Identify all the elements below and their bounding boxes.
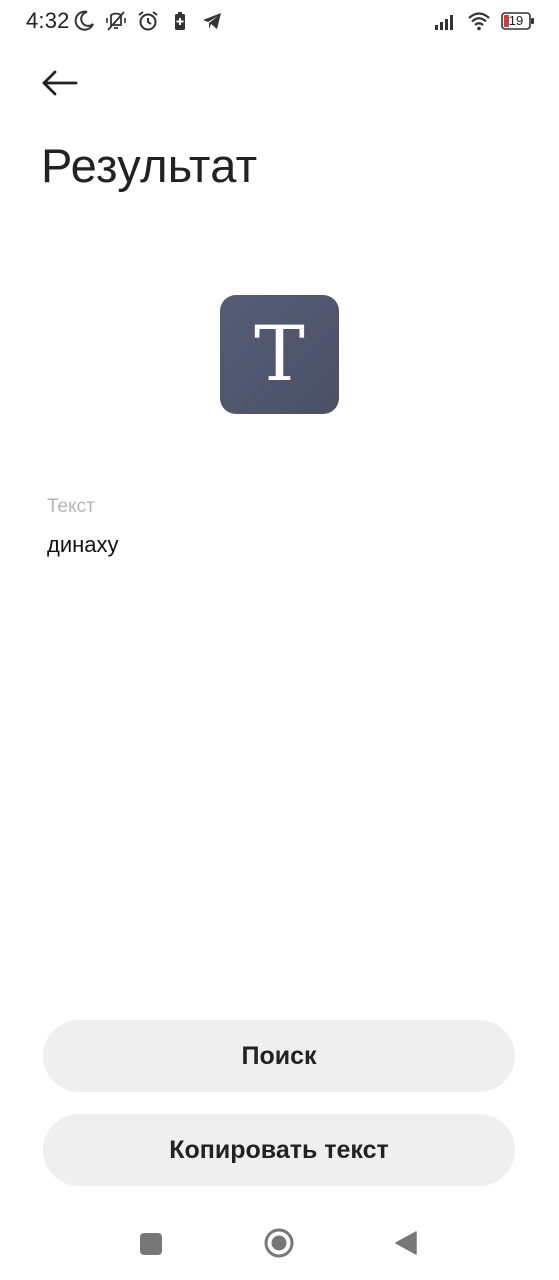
copy-text-button[interactable]: Копировать текст	[43, 1114, 515, 1186]
back-icon[interactable]	[394, 1230, 418, 1256]
wifi-icon	[468, 12, 490, 31]
back-button[interactable]	[36, 62, 84, 106]
text-type-icon: T	[254, 308, 305, 398]
battery-level: 19	[508, 13, 524, 28]
battery-icon: 19	[501, 12, 535, 30]
battery-saver-icon	[175, 12, 185, 30]
vibrate-off-icon	[106, 11, 126, 31]
moon-icon	[74, 10, 94, 31]
status-right-icons: 19	[433, 9, 535, 33]
telegram-icon	[203, 13, 221, 29]
text-field-label: Текст	[47, 496, 95, 517]
search-button[interactable]: Поиск	[43, 1020, 515, 1092]
home-icon[interactable]	[264, 1228, 294, 1258]
text-field-value: динаху	[47, 532, 119, 557]
status-left-icons	[72, 9, 224, 33]
page-title: Результат	[41, 139, 258, 192]
recents-icon[interactable]	[140, 1233, 162, 1255]
status-time: 4:32	[26, 8, 70, 33]
signal-icon	[435, 15, 453, 30]
arrow-left-icon	[42, 70, 78, 96]
status-bar: 4:32 19	[0, 0, 559, 44]
alarm-icon	[138, 11, 158, 31]
text-type-tile: T	[220, 295, 339, 414]
